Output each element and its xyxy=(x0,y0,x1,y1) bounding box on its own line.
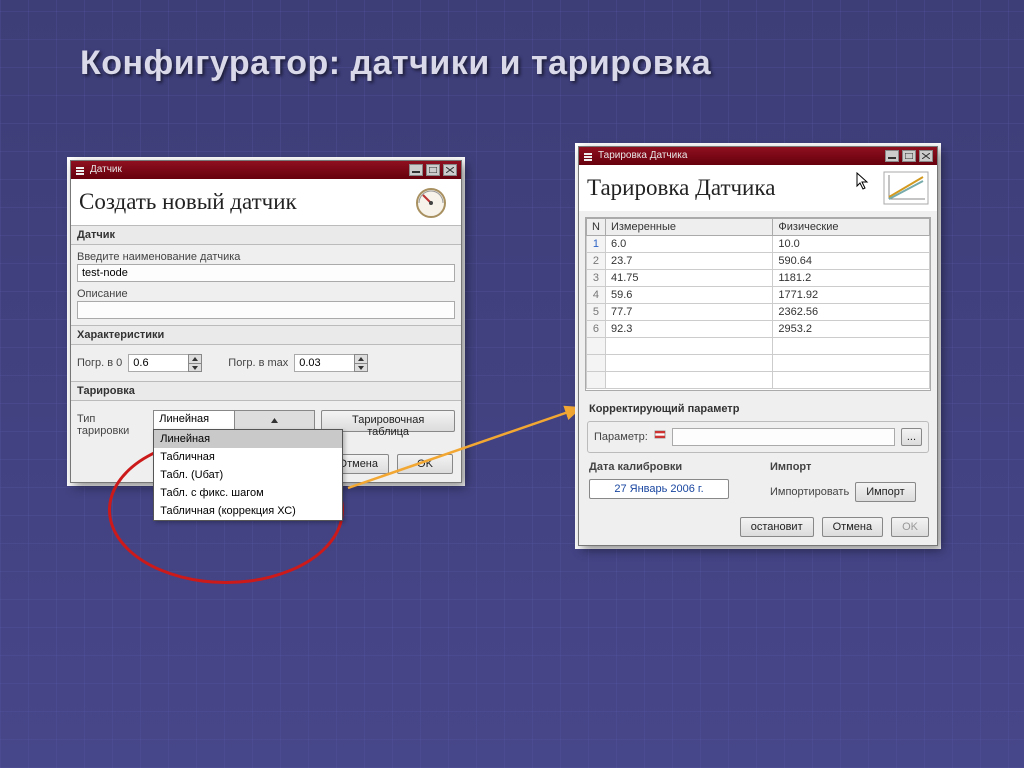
table-row[interactable]: 341.751181.2 xyxy=(587,270,930,287)
page-heading: Создать новый датчик xyxy=(79,189,297,215)
cell-n: 4 xyxy=(587,287,606,304)
import-button[interactable]: Импорт xyxy=(855,482,915,502)
name-input[interactable] xyxy=(77,264,455,282)
app-icon xyxy=(583,151,593,161)
cell-physical[interactable]: 1181.2 xyxy=(773,270,930,287)
gauge-icon xyxy=(409,185,453,219)
cal-type-value: Линейная xyxy=(154,411,234,429)
cell-physical[interactable]: 10.0 xyxy=(773,236,930,253)
close-button[interactable] xyxy=(919,150,933,162)
desc-label: Описание xyxy=(77,288,455,300)
col-physical[interactable]: Физические xyxy=(773,219,930,236)
desc-input[interactable] xyxy=(77,301,455,319)
slide-title: Конфигуратор: датчики и тарировка xyxy=(80,44,711,83)
cal-type-dropdown[interactable]: Линейная Табличная Табл. (Uбат) Табл. с … xyxy=(153,429,343,521)
col-n[interactable]: N xyxy=(587,219,606,236)
errmax-input[interactable] xyxy=(294,354,354,372)
cell-physical[interactable]: 590.64 xyxy=(773,253,930,270)
titlebar[interactable]: Датчик xyxy=(71,161,461,179)
cursor-icon xyxy=(856,172,870,190)
date-picker[interactable]: 27 Январь 2006 г. xyxy=(589,479,729,499)
maximize-button[interactable] xyxy=(902,150,916,162)
import-head: Импорт xyxy=(770,461,927,473)
table-row[interactable] xyxy=(587,372,930,389)
table-row[interactable]: 459.61771.92 xyxy=(587,287,930,304)
table-row[interactable]: 16.010.0 xyxy=(587,236,930,253)
cal-option[interactable]: Табличная (коррекция ХС) xyxy=(154,502,342,520)
cal-option[interactable]: Линейная xyxy=(154,430,342,448)
cal-option[interactable]: Табл. с фикс. шагом xyxy=(154,484,342,502)
cell-n: 5 xyxy=(587,304,606,321)
param-label: Параметр: xyxy=(594,431,648,443)
cal-option[interactable]: Табл. (Uбат) xyxy=(154,466,342,484)
table-row[interactable]: 577.72362.56 xyxy=(587,304,930,321)
ok-button[interactable]: OK xyxy=(397,454,453,474)
table-row[interactable] xyxy=(587,355,930,372)
calibration-table[interactable]: N Измеренные Физические 16.010.0223.7590… xyxy=(585,217,931,391)
window-title: Датчик xyxy=(90,161,122,179)
err0-input[interactable] xyxy=(128,354,188,372)
err0-stepper[interactable] xyxy=(128,354,202,372)
cell-measured[interactable]: 59.6 xyxy=(605,287,772,304)
cell-n: 3 xyxy=(587,270,606,287)
calibration-window: Тарировка Датчика Тарировка Датчика N Из… xyxy=(578,146,938,546)
minimize-button[interactable] xyxy=(885,150,899,162)
graph-icon xyxy=(883,171,929,205)
minimize-button[interactable] xyxy=(409,164,423,176)
cell-physical[interactable]: 1771.92 xyxy=(773,287,930,304)
spin-up-icon[interactable] xyxy=(188,354,202,363)
err0-label: Погр. в 0 xyxy=(77,357,122,369)
cal-option[interactable]: Табличная xyxy=(154,448,342,466)
group-sensor: Датчик xyxy=(71,225,461,245)
cell-measured[interactable]: 92.3 xyxy=(605,321,772,338)
import-label: Импортировать xyxy=(770,486,849,498)
maximize-button[interactable] xyxy=(426,164,440,176)
cal-type-select[interactable]: Линейная Линейная Табличная Табл. (Uбат)… xyxy=(153,410,315,430)
param-flag-icon xyxy=(654,430,666,445)
ok-button[interactable]: OK xyxy=(891,517,929,537)
cell-measured[interactable]: 41.75 xyxy=(605,270,772,287)
browse-button[interactable]: ... xyxy=(901,428,922,446)
sensor-window: Датчик Создать новый датчик Датчик Введи… xyxy=(70,160,462,483)
cell-measured[interactable]: 6.0 xyxy=(605,236,772,253)
cell-physical[interactable]: 2953.2 xyxy=(773,321,930,338)
param-input[interactable] xyxy=(672,428,895,446)
chevron-up-icon[interactable] xyxy=(234,411,315,429)
group-characteristics: Характеристики xyxy=(71,325,461,345)
group-calibration: Тарировка xyxy=(71,381,461,401)
window-title: Тарировка Датчика xyxy=(598,147,687,165)
cell-n: 6 xyxy=(587,321,606,338)
cancel-button[interactable]: Отмена xyxy=(822,517,883,537)
errmax-label: Погр. в max xyxy=(228,357,288,369)
col-measured[interactable]: Измеренные xyxy=(605,219,772,236)
cell-measured[interactable]: 77.7 xyxy=(605,304,772,321)
errmax-stepper[interactable] xyxy=(294,354,368,372)
cell-n: 1 xyxy=(587,236,606,253)
titlebar[interactable]: Тарировка Датчика xyxy=(579,147,937,165)
date-head: Дата калибровки xyxy=(589,461,746,473)
table-row[interactable]: 223.7590.64 xyxy=(587,253,930,270)
close-button[interactable] xyxy=(443,164,457,176)
cell-n: 2 xyxy=(587,253,606,270)
spin-down-icon[interactable] xyxy=(188,363,202,372)
spin-up-icon[interactable] xyxy=(354,354,368,363)
app-icon xyxy=(75,165,85,175)
table-row[interactable]: 692.32953.2 xyxy=(587,321,930,338)
cell-measured[interactable]: 23.7 xyxy=(605,253,772,270)
cal-type-label: Тип тарировки xyxy=(77,410,147,437)
table-row[interactable] xyxy=(587,338,930,355)
correcting-param-label: Корректирующий параметр xyxy=(579,397,937,417)
page-heading: Тарировка Датчика xyxy=(587,175,775,201)
restore-button[interactable]: остановит xyxy=(740,517,814,537)
spin-down-icon[interactable] xyxy=(354,363,368,372)
cell-physical[interactable]: 2362.56 xyxy=(773,304,930,321)
name-label: Введите наименование датчика xyxy=(77,251,455,263)
